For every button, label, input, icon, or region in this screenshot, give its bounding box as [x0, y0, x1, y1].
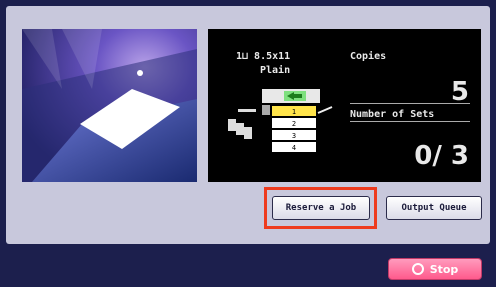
tray-number-1: 1 [292, 108, 296, 116]
paper-sky-icon [22, 29, 197, 182]
output-queue-button[interactable]: Output Queue [386, 196, 482, 220]
stop-label: Stop [429, 262, 459, 276]
divider [350, 121, 470, 122]
paper-type-label: Plain [260, 65, 291, 76]
copier-diagram-icon: 1 2 3 4 [228, 89, 333, 152]
stop-button[interactable]: Stop [388, 258, 482, 280]
sets-label: Number of Sets [350, 109, 435, 120]
copies-label: Copies [350, 51, 387, 62]
stop-icon [411, 263, 424, 275]
status-display: 1⊔ 8.5x11 Plain Copies 5 Number of Sets … [208, 29, 481, 182]
copy-illustration [22, 29, 197, 182]
sets-value: 0/ 3 [414, 141, 469, 171]
divider [350, 103, 470, 104]
tray-number-3: 3 [292, 132, 296, 140]
reserve-job-button[interactable]: Reserve a Job [272, 196, 370, 220]
tray-number-4: 4 [292, 144, 296, 152]
tray-number-2: 2 [292, 120, 296, 128]
paper-size-label: 1⊔ 8.5x11 [236, 51, 291, 62]
